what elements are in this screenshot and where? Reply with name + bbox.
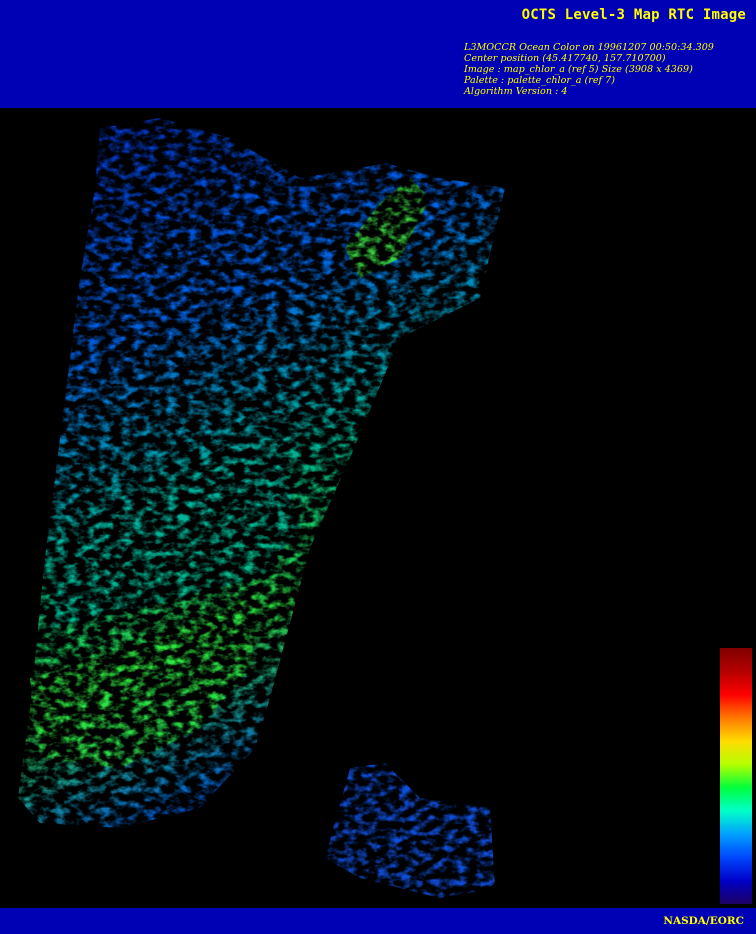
color-scale-bar <box>720 648 752 904</box>
satellite-image <box>0 108 756 908</box>
credit-label: NASDA/EORC <box>663 915 744 927</box>
metadata-line-palette: Palette : palette_chlor_a (ref 7) <box>464 75 616 87</box>
footer-bar: NASDA/EORC <box>0 908 756 934</box>
small-swath <box>325 763 495 898</box>
chlorophyll-swath <box>18 118 505 898</box>
image-title: OCTS Level-3 Map RTC Image <box>521 7 746 23</box>
metadata-line-center: Center position (45.417740, 157.710700) <box>464 53 666 65</box>
metadata-line-algorithm: Algorithm Version : 4 <box>464 86 568 98</box>
header-bar: OCTS Level-3 Map RTC Image L3MOCCR Ocean… <box>0 0 756 108</box>
metadata-line-product: L3MOCCR Ocean Color on 19961207 00:50:34… <box>464 42 714 53</box>
metadata-line-image: Image : map_chlor_a (ref 5) Size (3908 x… <box>464 64 693 76</box>
metadata-block: L3MOCCR Ocean Color on 19961207 00:50:34… <box>464 42 714 97</box>
